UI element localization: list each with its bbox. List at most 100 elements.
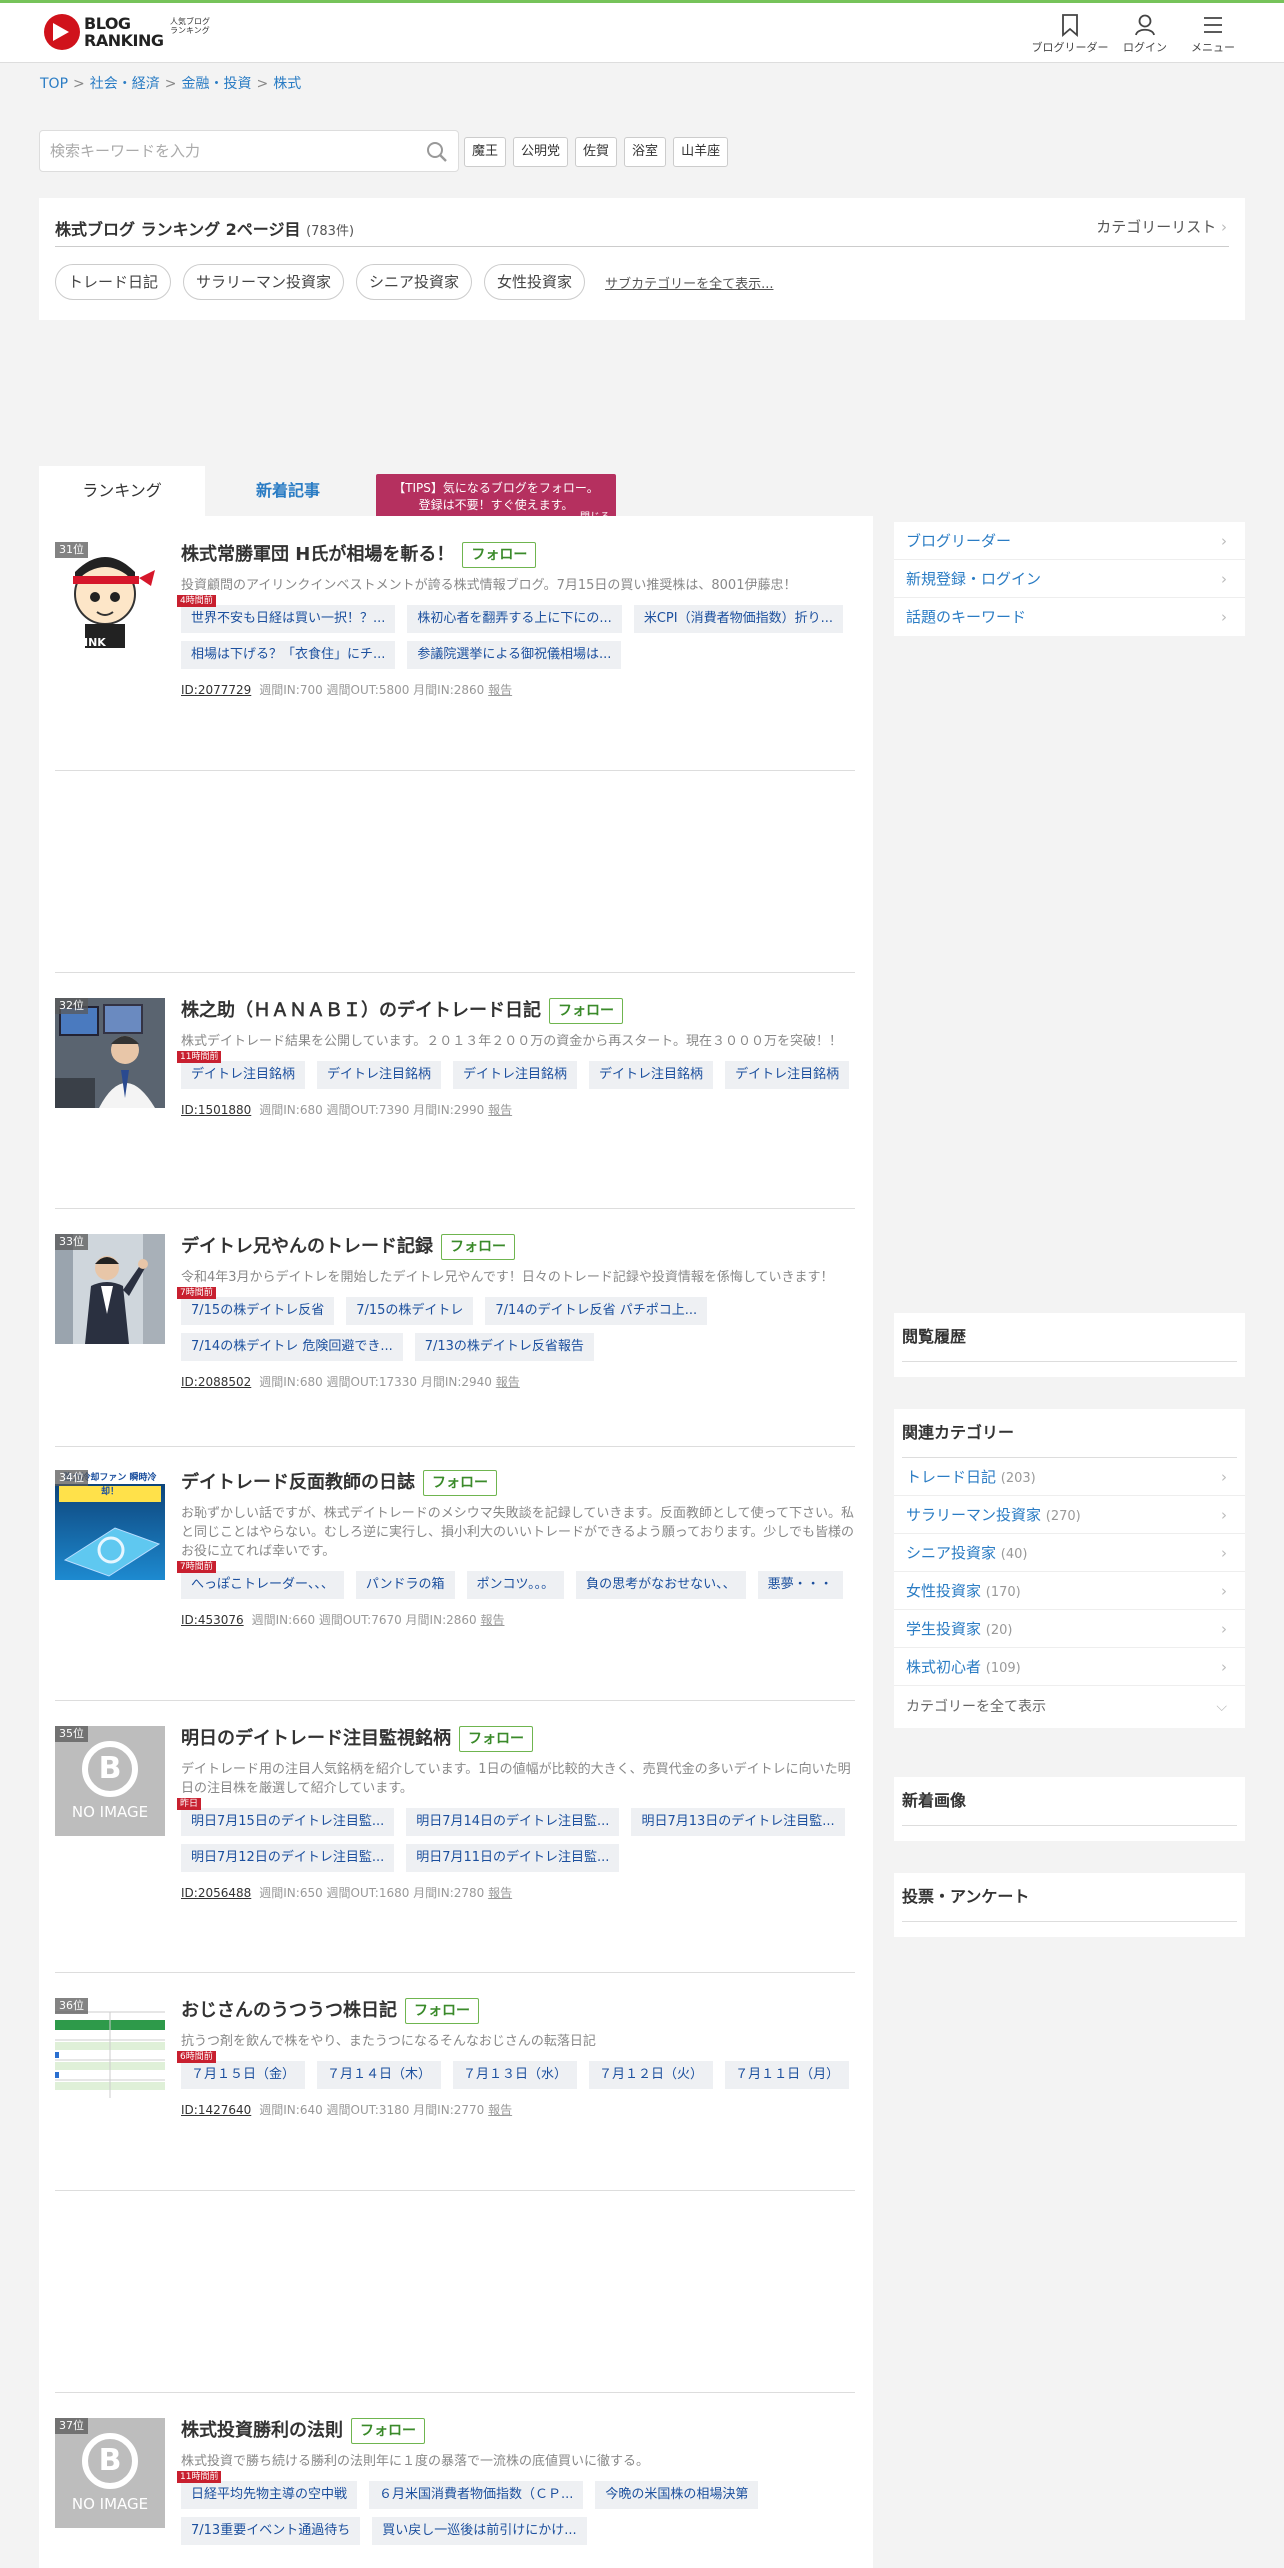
post-link[interactable]: ７月１３日（水）	[453, 2061, 578, 2089]
related-category-beginner[interactable]: 株式初心者 (109) ›	[894, 1648, 1245, 1686]
post-link[interactable]: へっぽこトレーダー、、、	[181, 1571, 344, 1599]
subcategory-chip-trade-diary[interactable]: トレード日記	[55, 264, 172, 300]
follow-button[interactable]: フォロー	[441, 1234, 515, 1260]
keyword-tag[interactable]: 佐賀	[575, 137, 618, 167]
post-link[interactable]: 7/14の株デイトレ 危険回避でき...	[181, 1333, 403, 1361]
post-link[interactable]: 7/13重要イベント通過待ち	[181, 2517, 361, 2545]
post-link[interactable]: デイトレ注目銘柄	[181, 1061, 306, 1089]
related-category-student[interactable]: 学生投資家 (20) ›	[894, 1610, 1245, 1648]
blog-id-link[interactable]: ID:453076	[181, 1613, 244, 1627]
post-link[interactable]: 世界不安も日経は買い一択！？...	[181, 605, 396, 633]
report-link[interactable]: 報告	[488, 2103, 512, 2117]
post-link[interactable]: 明日7月12日のデイトレ注目監...	[181, 1844, 395, 1872]
follow-button[interactable]: フォロー	[423, 1470, 497, 1496]
post-link[interactable]: 日経平均先物主導の空中戦	[181, 2481, 358, 2509]
blog-title[interactable]: おじさんのうつうつ株日記	[181, 1998, 397, 2024]
follow-button[interactable]: フォロー	[549, 998, 623, 1024]
blog-thumbnail[interactable]: 32位	[55, 998, 165, 1108]
report-link[interactable]: 報告	[496, 1375, 520, 1389]
blog-id-link[interactable]: ID:2056488	[181, 1886, 251, 1900]
post-link[interactable]: 7/15の株デイトレ反省	[181, 1297, 335, 1325]
keyword-tag[interactable]: 公明党	[513, 137, 569, 167]
post-link[interactable]: 今晩の米国株の相場決第	[595, 2481, 759, 2509]
blog-id-link[interactable]: ID:2088502	[181, 1375, 251, 1389]
post-link[interactable]: 7/13の株デイトレ反省報告	[414, 1333, 594, 1361]
site-logo[interactable]: BLOG RANKING 人気ブログランキング	[44, 13, 210, 51]
follow-button[interactable]: フォロー	[351, 2418, 425, 2444]
blog-id-link[interactable]: ID:1427640	[181, 2103, 251, 2117]
sidebar-item-blog-reader[interactable]: ブログリーダー ›	[894, 522, 1245, 560]
post-link[interactable]: ７月１４日（木）	[317, 2061, 442, 2089]
post-link[interactable]: 7/15の株デイトレ	[346, 1297, 474, 1325]
blog-thumbnail[interactable]: 36位	[55, 1998, 165, 2108]
post-link[interactable]: 株初心者を翻弄する上に下にの...	[407, 605, 622, 633]
post-link[interactable]: ７月１２日（火）	[589, 2061, 714, 2089]
breadcrumb-society-economy[interactable]: 社会・経済	[90, 76, 160, 92]
subcategory-chip-women[interactable]: 女性投資家	[484, 264, 586, 300]
related-category-women[interactable]: 女性投資家 (170) ›	[894, 1572, 1245, 1610]
post-link[interactable]: 明日7月11日のデイトレ注目監...	[406, 1844, 620, 1872]
post-link[interactable]: 負の思考がなおせない、、	[576, 1571, 746, 1599]
menu-button[interactable]: メニュー	[1173, 11, 1253, 55]
sidebar-item-trending-keywords[interactable]: 話題のキーワード ›	[894, 598, 1245, 636]
blog-thumbnail[interactable]: 37位 B NO IMAGE	[55, 2418, 165, 2528]
blog-id-link[interactable]: ID:1501880	[181, 1103, 251, 1117]
subcategory-chip-salaryman[interactable]: サラリーマン投資家	[183, 264, 345, 300]
show-all-subcategories-link[interactable]: サブカテゴリーを全て表示...	[605, 273, 773, 292]
post-link[interactable]: 参議院選挙による御祝儀相場は...	[407, 641, 622, 669]
post-link[interactable]: 相場は下げる？「衣食住」にチ...	[181, 641, 396, 669]
subcategory-chip-senior[interactable]: シニア投資家	[356, 264, 473, 300]
sidebar-item-register-login[interactable]: 新規登録・ログイン ›	[894, 560, 1245, 598]
breadcrumb-top[interactable]: TOP	[40, 76, 68, 92]
post-link[interactable]: ７月１１日（月）	[725, 2061, 850, 2089]
blog-title[interactable]: デイトレ兄やんのトレード記録	[181, 1234, 433, 1260]
post-link[interactable]: 米CPI（消費者物価指数）折り...	[633, 605, 843, 633]
blog-thumbnail[interactable]: 35位 B NO IMAGE	[55, 1726, 165, 1836]
follow-button[interactable]: フォロー	[459, 1726, 533, 1752]
keyword-tag[interactable]: 魔王	[464, 137, 507, 167]
report-link[interactable]: 報告	[488, 1886, 512, 1900]
post-link[interactable]: ポンコツ。。。	[466, 1571, 565, 1599]
post-link[interactable]: デイトレ注目銘柄	[725, 1061, 850, 1089]
blog-id-link[interactable]: ID:2077729	[181, 683, 251, 697]
blog-title[interactable]: 株之助（ＨＡＮＡＢＩ）のデイトレード日記	[181, 998, 541, 1024]
post-link[interactable]: 明日7月13日のデイトレ注目監...	[631, 1808, 845, 1836]
post-link[interactable]: 悪夢・・・	[757, 1571, 843, 1599]
related-category-salaryman[interactable]: サラリーマン投資家 (270) ›	[894, 1496, 1245, 1534]
related-category-trade-diary[interactable]: トレード日記 (203) ›	[894, 1458, 1245, 1496]
post-link[interactable]: 明日7月15日のデイトレ注目監...	[181, 1808, 395, 1836]
blog-thumbnail[interactable]: 31位 LINK	[55, 542, 165, 652]
post-link[interactable]: 買い戻し一巡後は前引けにかけ...	[372, 2517, 587, 2545]
blog-thumbnail[interactable]: 33位	[55, 1234, 165, 1344]
related-category-senior[interactable]: シニア投資家 (40) ›	[894, 1534, 1245, 1572]
tab-ranking[interactable]: ランキング	[39, 466, 205, 516]
post-link[interactable]: 明日7月14日のデイトレ注目監...	[406, 1808, 620, 1836]
show-all-categories-button[interactable]: カテゴリーを全て表示 ⌵	[894, 1686, 1245, 1728]
post-link[interactable]: デイトレ注目銘柄	[589, 1061, 714, 1089]
tab-new-articles[interactable]: 新着記事	[205, 466, 371, 516]
report-link[interactable]: 報告	[488, 683, 512, 697]
keyword-tag[interactable]: 浴室	[624, 137, 667, 167]
search-icon[interactable]	[426, 141, 448, 167]
category-list-link[interactable]: カテゴリーリスト ›	[1096, 216, 1227, 237]
post-link[interactable]: 7/14のデイトレ反省 パチポコ上...	[485, 1297, 708, 1325]
blog-thumbnail[interactable]: 34位 強力冷却ファン 瞬時冷却！	[55, 1470, 165, 1580]
follow-button[interactable]: フォロー	[462, 542, 537, 568]
blog-reader-button[interactable]: ブログリーダー	[1030, 11, 1110, 55]
report-link[interactable]: 報告	[480, 1613, 504, 1627]
post-link[interactable]: デイトレ注目銘柄	[453, 1061, 578, 1089]
breadcrumb-finance-investment[interactable]: 金融・投資	[181, 76, 251, 92]
post-link[interactable]: ６月米国消費者物価指数（ＣＰ...	[369, 2481, 584, 2509]
keyword-tag[interactable]: 山羊座	[673, 137, 729, 167]
report-link[interactable]: 報告	[488, 1103, 512, 1117]
post-link[interactable]: デイトレ注目銘柄	[317, 1061, 442, 1089]
breadcrumb-stocks[interactable]: 株式	[273, 76, 301, 92]
blog-title[interactable]: デイトレード反面教師の日誌	[181, 1470, 415, 1496]
follow-button[interactable]: フォロー	[405, 1998, 479, 2024]
blog-title[interactable]: 株式投資勝利の法則	[181, 2418, 343, 2444]
post-link[interactable]: ７月１５日（金）	[181, 2061, 306, 2089]
post-link[interactable]: パンドラの箱	[355, 1571, 455, 1599]
blog-title[interactable]: 明日のデイトレード注目監視銘柄	[181, 1726, 451, 1752]
blog-title[interactable]: 株式常勝軍団 H氏が相場を斬る！	[181, 542, 454, 568]
search-input[interactable]	[40, 131, 400, 171]
